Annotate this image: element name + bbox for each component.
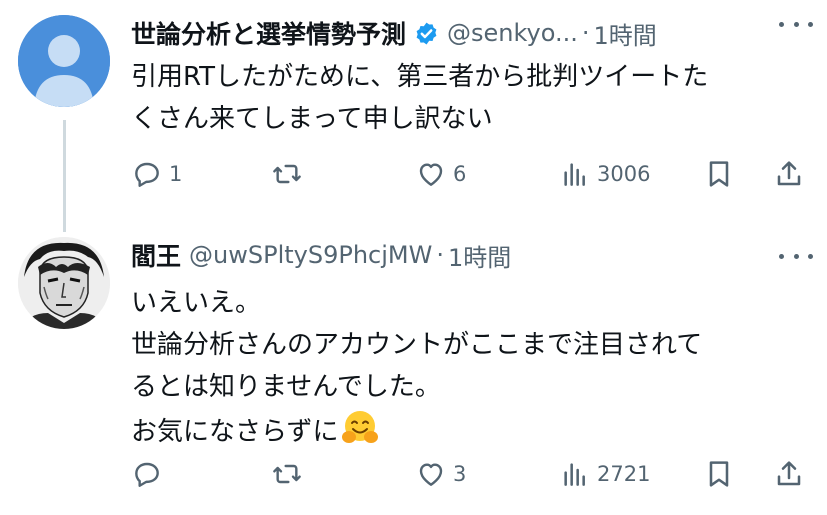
- bookmark-icon: [709, 461, 729, 487]
- separator-dot: ·: [436, 241, 444, 269]
- tweet[interactable]: 閻王 @uwSPltyS9PhcjMW · 1時間 いえいえ。 世論分析さんのア…: [0, 232, 827, 515]
- analytics-icon: [564, 463, 585, 486]
- tweet-header: 世論分析と選挙情勢予測 @senkyo... · 1時間: [131, 14, 807, 52]
- views-button[interactable]: 3006: [559, 154, 650, 194]
- view-count: 2721: [597, 462, 651, 486]
- more-options-icon[interactable]: [779, 250, 813, 262]
- tweet-text-line: お気になさらずに: [131, 417, 339, 447]
- default-profile-icon: [18, 15, 110, 107]
- reply-count: 1: [169, 162, 183, 186]
- reply-button[interactable]: [131, 454, 169, 494]
- user-handle[interactable]: @senkyo...: [447, 19, 578, 47]
- tweet-text-line: いえいえ。: [131, 288, 262, 318]
- bookmark-button[interactable]: [703, 454, 735, 494]
- timestamp[interactable]: 1時間: [594, 16, 657, 51]
- retweet-button[interactable]: [271, 154, 309, 194]
- tweet-text-line: 引用RTしたがために、第三者から批判ツイートた: [131, 62, 709, 92]
- bookmark-icon: [709, 161, 729, 187]
- tweet-text: いえいえ。 世論分析さんのアカウントがここまで注目されて るとは知りませんでした…: [131, 282, 807, 453]
- tweet-text: 引用RTしたがために、第三者から批判ツイートた くさん来てしまって申し訳ない: [131, 56, 807, 140]
- avatar[interactable]: [18, 237, 110, 329]
- retweet-button[interactable]: [271, 454, 309, 494]
- action-bar: 3 2721: [131, 454, 811, 494]
- heart-icon: [419, 163, 443, 186]
- separator-dot: ·: [581, 19, 590, 47]
- avatar[interactable]: [18, 15, 110, 107]
- action-bar: 1 6 3006: [131, 154, 811, 194]
- display-name[interactable]: 世論分析と選挙情勢予測: [131, 15, 406, 51]
- share-button[interactable]: [773, 454, 805, 494]
- reply-icon: [135, 462, 159, 487]
- reply-button[interactable]: 1: [131, 154, 182, 194]
- tweet-text-line: るとは知りませんでした。: [131, 372, 441, 402]
- share-button[interactable]: [773, 154, 805, 194]
- view-count: 3006: [597, 162, 651, 186]
- tweet-text-line-with-emoji: お気になさらずに: [131, 408, 807, 453]
- analytics-icon: [564, 163, 585, 186]
- hugging-face-emoji: [342, 411, 379, 443]
- share-icon: [777, 161, 801, 186]
- reply-icon: [135, 162, 159, 187]
- bookmark-button[interactable]: [703, 154, 735, 194]
- display-name[interactable]: 閻王: [131, 237, 181, 273]
- like-count: 3: [453, 462, 467, 486]
- retweet-icon: [273, 164, 301, 184]
- share-icon: [777, 461, 801, 486]
- tweet-text-line: くさん来てしまって申し訳ない: [131, 104, 493, 134]
- retweet-icon: [273, 464, 301, 484]
- verified-badge-icon: [416, 22, 437, 44]
- views-button[interactable]: 2721: [559, 454, 650, 494]
- like-button[interactable]: 6: [415, 154, 466, 194]
- manga-portrait-avatar: [18, 237, 110, 329]
- tweet[interactable]: 世論分析と選挙情勢予測 @senkyo... · 1時間 引用RTしたがために、…: [0, 0, 827, 200]
- like-button[interactable]: 3: [415, 454, 466, 494]
- more-options-icon[interactable]: [779, 18, 813, 30]
- heart-icon: [419, 463, 443, 486]
- user-handle[interactable]: @uwSPltyS9PhcjMW: [189, 241, 432, 269]
- tweet-header: 閻王 @uwSPltyS9PhcjMW · 1時間: [131, 236, 807, 274]
- like-count: 6: [453, 162, 467, 186]
- timestamp[interactable]: 1時間: [448, 238, 511, 273]
- tweet-text-line: 世論分析さんのアカウントがここまで注目されて: [131, 330, 703, 360]
